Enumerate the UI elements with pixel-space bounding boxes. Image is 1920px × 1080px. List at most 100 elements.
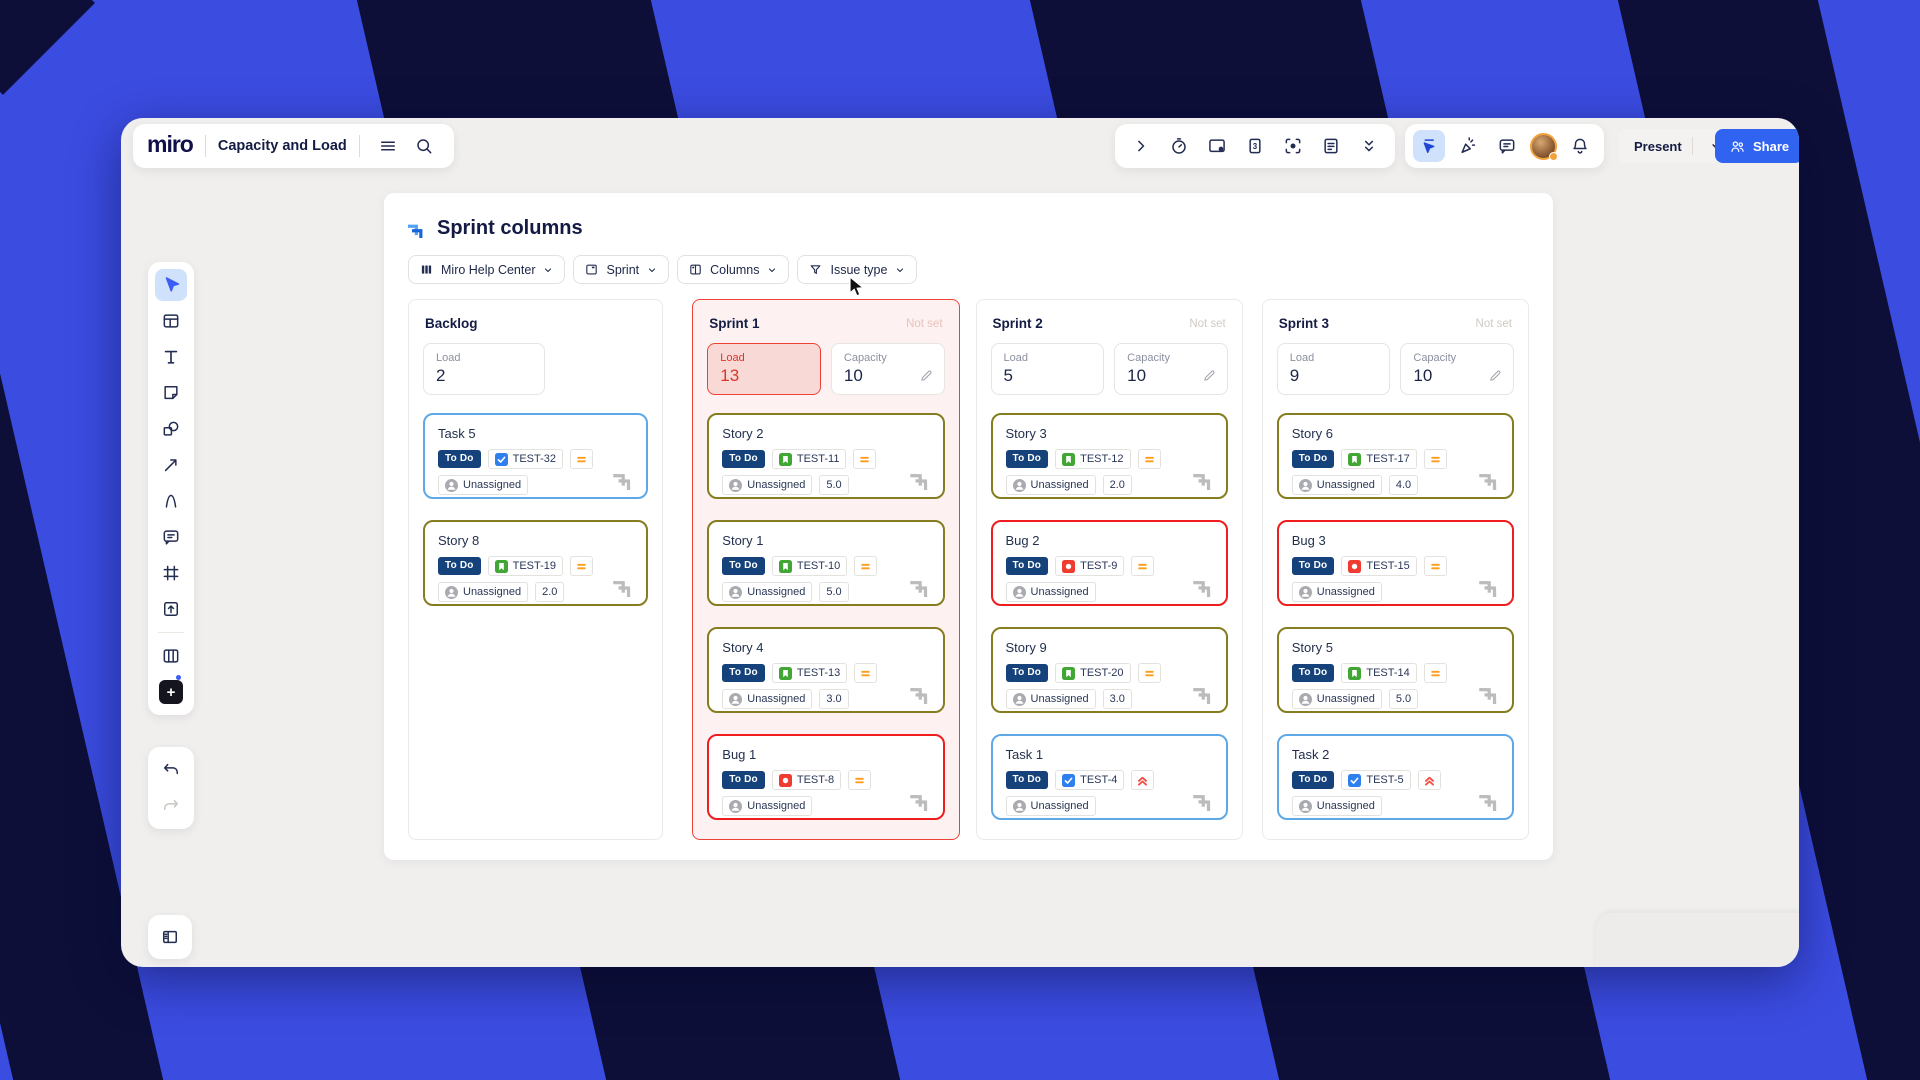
jira-arrows-icon (1479, 788, 1502, 811)
edit-capacity-icon[interactable] (1202, 368, 1217, 383)
filter-sprint-dropdown[interactable]: Sprint (573, 255, 669, 284)
frame-icon[interactable] (155, 557, 187, 589)
search-icon[interactable] (408, 130, 440, 162)
assignee-name: Unassigned (747, 800, 805, 812)
sprint-columns: Backlog Load2 Task 5To DoTEST-32Unassigned… (408, 299, 1529, 840)
issue-key-chip: TEST-8 (772, 770, 841, 790)
notes-icon[interactable] (1315, 130, 1347, 162)
more-apps-button[interactable]: + (155, 676, 187, 708)
issue-card[interactable]: Task 1To DoTEST-4Unassigned (991, 734, 1228, 820)
filter-columns-dropdown[interactable]: Columns (677, 255, 789, 284)
jira-arrows-icon (613, 574, 636, 597)
issue-card[interactable]: Story 3To DoTEST-12Unassigned2.0 (991, 413, 1228, 499)
load-capacity-row: Load 5 Capacity10 (991, 343, 1228, 395)
chevron-right-icon[interactable] (1125, 130, 1157, 162)
issue-card[interactable]: Story 2To DoTEST-11Unassigned5.0 (707, 413, 944, 499)
load-value: 5 (1004, 366, 1092, 386)
comment-icon[interactable] (155, 521, 187, 553)
chevron-down-icon (646, 264, 658, 276)
share-button[interactable]: Share (1715, 129, 1799, 163)
desktop-background: Sprint columns Miro Help Center Sprint C… (0, 0, 1920, 1080)
comments-icon[interactable] (1491, 130, 1523, 162)
issue-title: Story 6 (1292, 426, 1499, 441)
assignee-name: Unassigned (1031, 693, 1089, 705)
status-badge: To Do (438, 557, 481, 575)
issue-badges-row: To DoTEST-32 (438, 449, 633, 469)
templates-icon[interactable] (155, 305, 187, 337)
pen-icon[interactable] (155, 485, 187, 517)
capacity-box[interactable]: Capacity10 (831, 343, 945, 395)
assignee-avatar-icon (1299, 479, 1312, 492)
sticky-note-icon[interactable] (155, 377, 187, 409)
assignee-avatar-icon (729, 800, 742, 813)
issue-card[interactable]: Story 5To DoTEST-14Unassigned5.0 (1277, 627, 1514, 713)
assignee-chip: Unassigned (438, 582, 528, 602)
issue-card[interactable]: Bug 2To DoTEST-9Unassigned (991, 520, 1228, 606)
select-tool-icon[interactable] (155, 269, 187, 301)
filter-issue-type-dropdown[interactable]: Issue type (797, 255, 917, 284)
assignee-name: Unassigned (747, 479, 805, 491)
capacity-box[interactable]: Capacity10 (1400, 343, 1514, 395)
issue-card[interactable]: Task 2To DoTEST-5Unassigned (1277, 734, 1514, 820)
edit-capacity-icon[interactable] (1488, 368, 1503, 383)
sprint-column: Sprint 1Not setLoad13Capacity10Story 2To… (692, 299, 959, 840)
issue-title: Story 3 (1006, 426, 1213, 441)
issue-card[interactable]: Story 9To DoTEST-20Unassigned3.0 (991, 627, 1228, 713)
cards-list: Task 5To DoTEST-32Unassigned Story 8To Do… (423, 413, 648, 606)
issue-card[interactable]: Bug 3To DoTEST-15Unassigned (1277, 520, 1514, 606)
issue-card[interactable]: Story 6To DoTEST-17Unassigned4.0 (1277, 413, 1514, 499)
jira-arrows-icon (910, 574, 933, 597)
sprint-state-label: Not set (1476, 318, 1512, 330)
estimate-card-icon[interactable]: 3 (1239, 130, 1271, 162)
priority-medium-icon (1138, 449, 1161, 469)
issue-card[interactable]: Story 4To DoTEST-13Unassigned3.0 (707, 627, 944, 713)
kanban-icon[interactable] (155, 640, 187, 672)
creation-toolbar: + (148, 262, 194, 715)
issue-key-chip: TEST-4 (1055, 770, 1124, 790)
jira-arrows-icon (1479, 574, 1502, 597)
status-badge: To Do (1292, 450, 1335, 468)
avatar[interactable] (1530, 133, 1557, 160)
assignee-chip: Unassigned (1292, 475, 1382, 495)
load-label: Load (1004, 352, 1092, 364)
issue-card[interactable]: Story 8To DoTEST-19Unassigned2.0 (423, 520, 648, 606)
assignee-avatar-icon (445, 479, 458, 492)
issue-card[interactable]: Task 5To DoTEST-32Unassigned (423, 413, 648, 499)
column-header: Backlog (425, 316, 646, 331)
filter-project-dropdown[interactable]: Miro Help Center (408, 255, 565, 284)
minimized-corner-panel (1595, 913, 1799, 967)
shapes-icon[interactable] (155, 413, 187, 445)
load-box: Load 5 (991, 343, 1105, 395)
issue-key: TEST-4 (1080, 774, 1117, 786)
status-badge: To Do (722, 557, 765, 575)
edit-capacity-icon[interactable] (919, 368, 934, 383)
issue-card[interactable]: Story 1To DoTEST-10Unassigned5.0 (707, 520, 944, 606)
jira-arrows-icon (1193, 681, 1216, 704)
status-badge: To Do (1292, 771, 1335, 789)
load-capacity-row: Load2 (423, 343, 648, 395)
issue-card[interactable]: Bug 1To DoTEST-8Unassigned (707, 734, 944, 820)
hamburger-icon[interactable] (372, 130, 404, 162)
capacity-box[interactable]: Capacity10 (1114, 343, 1228, 395)
timer-icon[interactable] (1163, 130, 1195, 162)
notifications-icon[interactable] (1564, 130, 1596, 162)
follow-cursor-icon[interactable] (1413, 130, 1445, 162)
upload-icon[interactable] (155, 593, 187, 625)
magic-pen-icon[interactable] (1452, 130, 1484, 162)
board-name[interactable]: Capacity and Load (218, 138, 347, 154)
spotlight-icon[interactable] (1277, 130, 1309, 162)
estimate-chip: 2.0 (1103, 475, 1132, 495)
load-value: 9 (1290, 366, 1378, 386)
collapse-icon[interactable] (1353, 130, 1385, 162)
column-header: Sprint 3Not set (1279, 316, 1512, 331)
screen-share-icon[interactable] (1201, 130, 1233, 162)
undo-icon[interactable] (155, 754, 187, 786)
text-tool-icon[interactable] (155, 341, 187, 373)
assignee-chip: Unassigned (1292, 689, 1382, 709)
miro-logo[interactable]: miro (147, 131, 193, 161)
assignee-name: Unassigned (1031, 479, 1089, 491)
svg-text:3: 3 (1253, 142, 1258, 151)
connector-icon[interactable] (155, 449, 187, 481)
redo-icon[interactable] (155, 790, 187, 822)
panel-toggle-icon[interactable] (154, 921, 186, 953)
